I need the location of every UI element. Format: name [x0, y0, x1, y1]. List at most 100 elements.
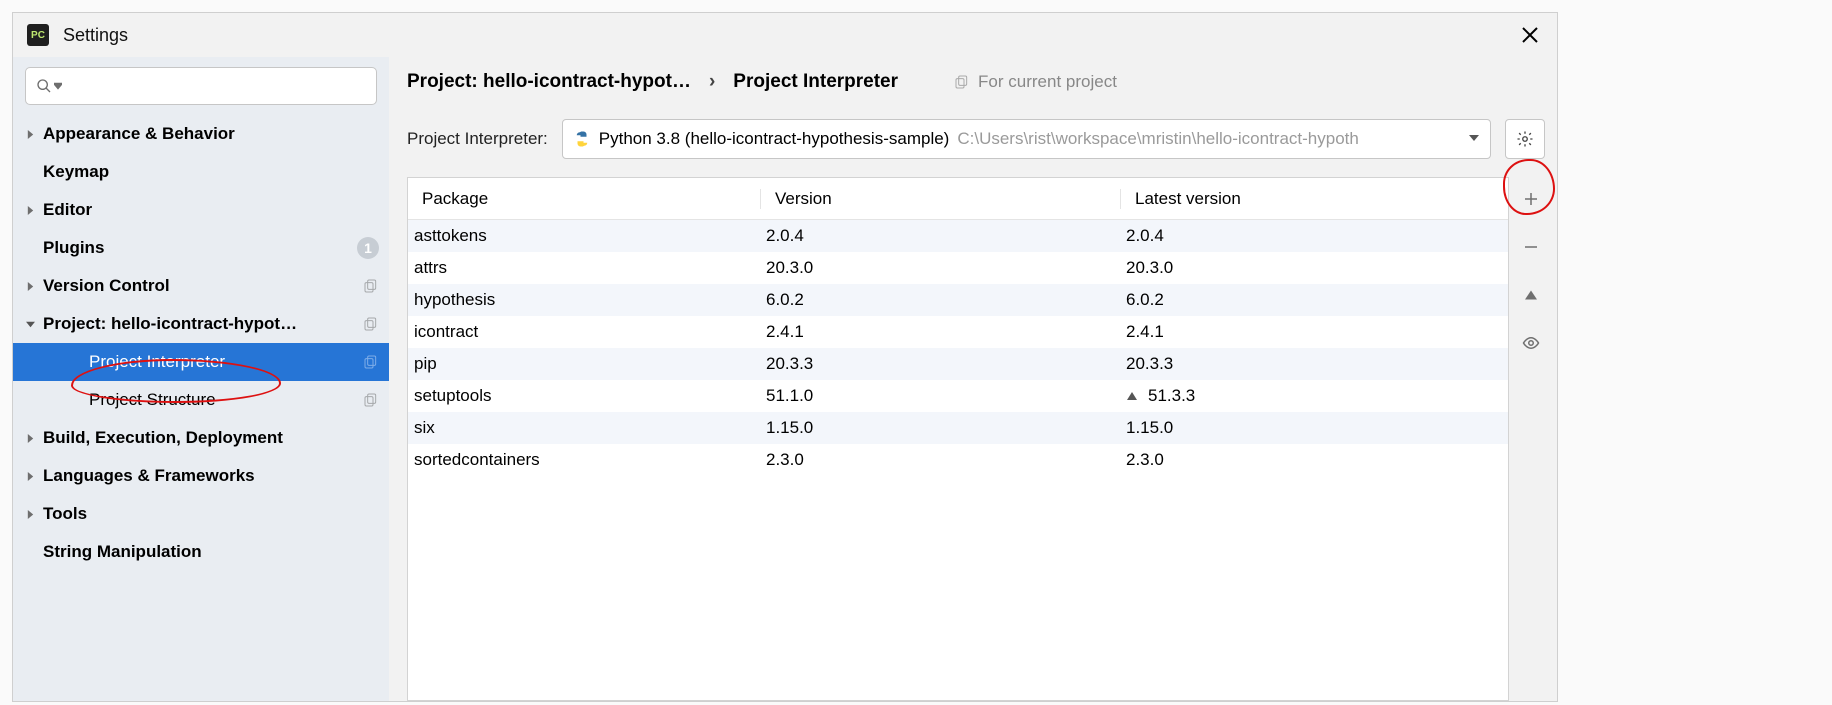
- search-history-dropdown[interactable]: [54, 77, 62, 95]
- cell-version: 2.0.4: [760, 226, 1120, 246]
- interpreter-label: Project Interpreter:: [407, 129, 548, 149]
- tree-item-project-structure[interactable]: Project Structure: [13, 381, 389, 419]
- tree-item-label: Project: hello-icontract-hypot…: [43, 314, 357, 334]
- triangle-up-icon: [1126, 390, 1138, 402]
- tree-item-tools[interactable]: Tools: [13, 495, 389, 533]
- tree-item-editor[interactable]: Editor: [13, 191, 389, 229]
- col-header-version[interactable]: Version: [760, 189, 1120, 209]
- update-badge: 1: [357, 237, 379, 259]
- tree-item-project-interpreter[interactable]: Project Interpreter: [13, 343, 389, 381]
- breadcrumb: Project: hello-icontract-hypot… › Projec…: [407, 71, 1557, 93]
- app-icon: PC: [27, 24, 49, 46]
- expand-arrow-icon: [25, 319, 35, 329]
- copy-icon: [363, 392, 379, 408]
- tree-item-label: Project Structure: [89, 390, 357, 410]
- copy-icon: [363, 316, 379, 332]
- cell-latest: 2.4.1: [1120, 322, 1508, 342]
- cell-package: asttokens: [408, 226, 760, 246]
- search-input[interactable]: [68, 76, 366, 96]
- tree-item-label: Plugins: [43, 238, 351, 258]
- cell-version: 2.3.0: [760, 450, 1120, 470]
- tree-item-label: String Manipulation: [43, 542, 379, 562]
- remove-package-button[interactable]: [1517, 233, 1545, 261]
- tree-item-label: Languages & Frameworks: [43, 466, 379, 486]
- triangle-up-icon: [1522, 286, 1540, 304]
- upgrade-package-button[interactable]: [1517, 281, 1545, 309]
- tree-item-string-manipulation[interactable]: String Manipulation: [13, 533, 389, 571]
- breadcrumb-project[interactable]: Project: hello-icontract-hypot…: [407, 71, 691, 93]
- expand-arrow-icon: [25, 281, 35, 291]
- col-header-latest[interactable]: Latest version: [1120, 189, 1508, 209]
- package-row[interactable]: attrs20.3.020.3.0: [408, 252, 1508, 284]
- cell-latest: 6.0.2: [1120, 290, 1508, 310]
- expand-arrow-icon: [25, 471, 35, 481]
- scope-text: For current project: [978, 72, 1117, 92]
- interpreter-name: Python 3.8 (hello-icontract-hypothesis-s…: [599, 129, 950, 149]
- package-row[interactable]: pip20.3.320.3.3: [408, 348, 1508, 380]
- show-early-releases-button[interactable]: [1517, 329, 1545, 357]
- main-panel: Project: hello-icontract-hypot… › Projec…: [389, 57, 1557, 701]
- col-header-package[interactable]: Package: [408, 189, 760, 209]
- cell-version: 1.15.0: [760, 418, 1120, 438]
- plus-icon: [1522, 190, 1540, 208]
- eye-icon: [1522, 334, 1540, 352]
- tree-item-label: Editor: [43, 200, 379, 220]
- tree-item-keymap[interactable]: Keymap: [13, 153, 389, 191]
- cell-latest: 51.3.3: [1120, 386, 1508, 407]
- tree-item-languages-frameworks[interactable]: Languages & Frameworks: [13, 457, 389, 495]
- package-row[interactable]: icontract2.4.12.4.1: [408, 316, 1508, 348]
- search-icon: [36, 78, 52, 94]
- settings-tree: Appearance & Behavior Keymap Editor Plugins…: [13, 115, 389, 571]
- expand-arrow-icon: [25, 205, 35, 215]
- tree-item-plugins[interactable]: Plugins 1: [13, 229, 389, 267]
- packages-table: Package Version Latest version asttokens…: [407, 177, 1509, 701]
- chevron-down-icon: [1468, 129, 1480, 149]
- scope-label: For current project: [954, 72, 1117, 92]
- cell-version: 20.3.3: [760, 354, 1120, 374]
- cell-latest: 20.3.3: [1120, 354, 1508, 374]
- package-row[interactable]: asttokens2.0.42.0.4: [408, 220, 1508, 252]
- add-package-button[interactable]: [1517, 185, 1545, 213]
- package-row[interactable]: hypothesis6.0.26.0.2: [408, 284, 1508, 316]
- minus-icon: [1522, 238, 1540, 256]
- expand-arrow-icon: [25, 433, 35, 443]
- gear-icon: [1516, 130, 1534, 148]
- package-row[interactable]: sortedcontainers2.3.02.3.0: [408, 444, 1508, 476]
- cell-package: icontract: [408, 322, 760, 342]
- cell-latest: 1.15.0: [1120, 418, 1508, 438]
- tree-item-label: Keymap: [43, 162, 379, 182]
- tree-item-label: Build, Execution, Deployment: [43, 428, 379, 448]
- cell-latest: 2.0.4: [1120, 226, 1508, 246]
- breadcrumb-page: Project Interpreter: [733, 71, 898, 93]
- package-tools: [1509, 177, 1553, 701]
- interpreter-row: Project Interpreter: Python 3.8 (hello-i…: [407, 119, 1557, 159]
- table-header: Package Version Latest version: [408, 178, 1508, 220]
- tree-item-build-execution-deployment[interactable]: Build, Execution, Deployment: [13, 419, 389, 457]
- tree-item-version-control[interactable]: Version Control: [13, 267, 389, 305]
- cell-package: six: [408, 418, 760, 438]
- tree-item-project-hello-icontract-hypot[interactable]: Project: hello-icontract-hypot…: [13, 305, 389, 343]
- cell-package: attrs: [408, 258, 760, 278]
- tree-item-label: Tools: [43, 504, 379, 524]
- copy-icon: [954, 74, 970, 90]
- chevron-right-icon: ›: [709, 71, 715, 93]
- package-row[interactable]: setuptools51.1.051.3.3: [408, 380, 1508, 412]
- interpreter-path: C:\Users\rist\workspace\mristin\hello-ic…: [957, 129, 1460, 149]
- cell-package: hypothesis: [408, 290, 760, 310]
- close-button[interactable]: [1517, 22, 1543, 48]
- interpreter-settings-button[interactable]: [1505, 119, 1545, 159]
- close-icon: [1521, 26, 1539, 44]
- tree-item-label: Version Control: [43, 276, 357, 296]
- sidebar: Appearance & Behavior Keymap Editor Plugins…: [13, 57, 389, 701]
- settings-dialog: PC Settings Appearance & Behavior Keymap E…: [12, 12, 1558, 702]
- sidebar-search[interactable]: [25, 67, 377, 105]
- titlebar: PC Settings: [13, 13, 1557, 57]
- interpreter-select[interactable]: Python 3.8 (hello-icontract-hypothesis-s…: [562, 119, 1491, 159]
- cell-latest: 2.3.0: [1120, 450, 1508, 470]
- tree-item-appearance-behavior[interactable]: Appearance & Behavior: [13, 115, 389, 153]
- tree-item-label: Appearance & Behavior: [43, 124, 379, 144]
- window-title: Settings: [63, 25, 128, 46]
- tree-item-label: Project Interpreter: [89, 352, 357, 372]
- package-row[interactable]: six1.15.01.15.0: [408, 412, 1508, 444]
- cell-package: pip: [408, 354, 760, 374]
